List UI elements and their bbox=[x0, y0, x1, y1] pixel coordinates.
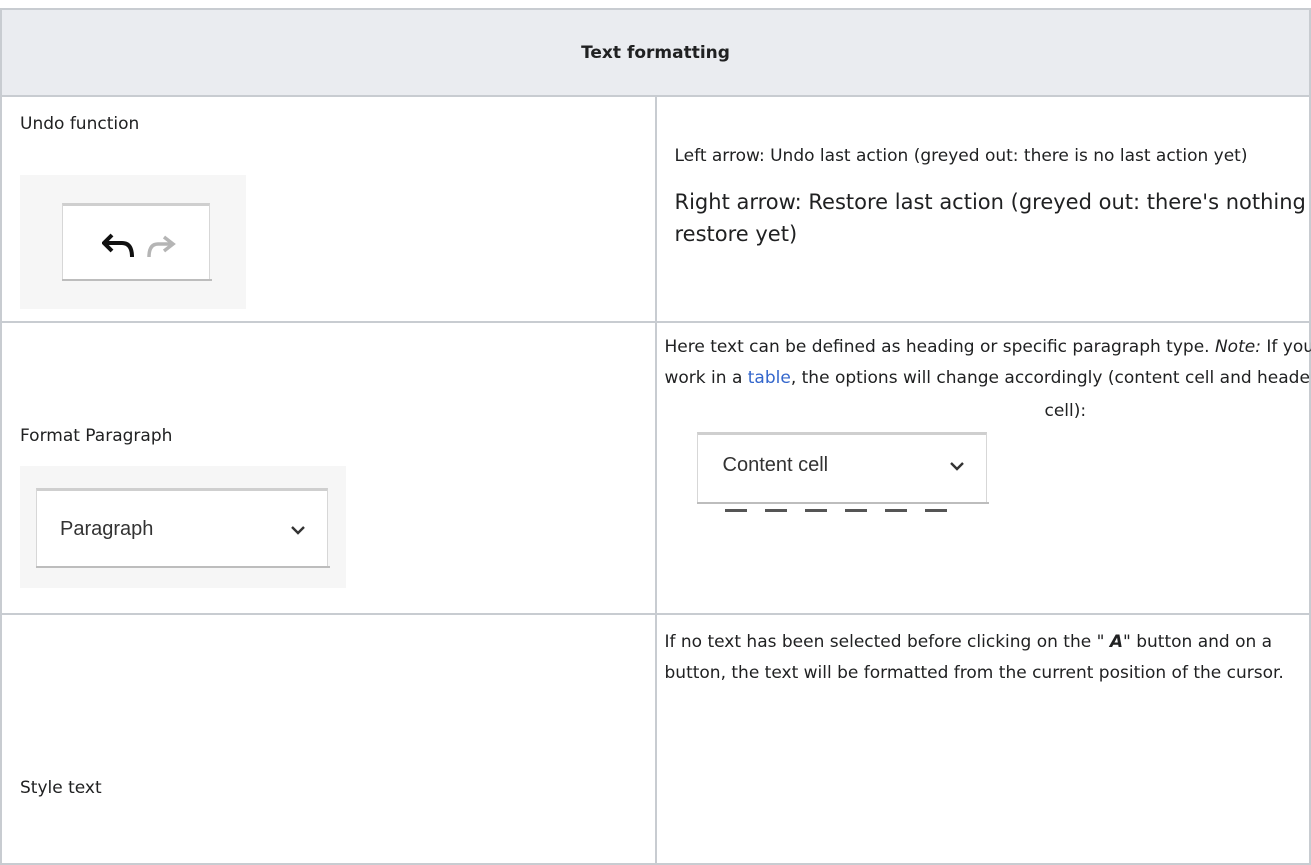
paragraph-description-line3: cell): bbox=[1045, 398, 1087, 424]
row-label: Undo function bbox=[20, 111, 139, 137]
chevron-down-icon[interactable] bbox=[949, 460, 965, 472]
row-paragraph-label-cell: Format Paragraph Paragraph bbox=[1, 322, 656, 614]
undo-description: Left arrow: Undo last action (greyed out… bbox=[675, 143, 1248, 169]
chevron-down-icon[interactable] bbox=[290, 524, 306, 536]
content-cell-select-label[interactable]: Content cell bbox=[723, 454, 829, 477]
row-style-label-cell: Style text bbox=[1, 614, 656, 864]
paragraph-description-line2: work in a table, the options will change… bbox=[665, 365, 1311, 391]
formatting-table: Text formatting Undo function Left arrow… bbox=[0, 8, 1311, 865]
row-paragraph-desc-cell: Here text can be defined as heading or s… bbox=[656, 322, 1311, 614]
paragraph-select-screenshot: Paragraph bbox=[20, 466, 346, 588]
row-undo-desc-cell: Left arrow: Undo last action (greyed out… bbox=[656, 96, 1311, 322]
content-cell-select-screenshot: Content cell bbox=[665, 400, 1033, 598]
redo-description: Right arrow: Restore last action (greyed… bbox=[675, 187, 1311, 219]
paragraph-description-line1: Here text can be defined as heading or s… bbox=[665, 334, 1311, 360]
redo-description-cont: restore yet) bbox=[675, 219, 798, 251]
table-header: Text formatting bbox=[1, 9, 1310, 96]
paragraph-select-label[interactable]: Paragraph bbox=[60, 518, 153, 541]
style-description-line2: button, the text will be formatted from … bbox=[665, 660, 1284, 686]
row-label: Style text bbox=[20, 775, 102, 801]
clipped-toolbar-icons bbox=[725, 509, 961, 512]
redo-arrow-icon bbox=[146, 235, 176, 259]
row-style-desc-cell: If no text has been selected before clic… bbox=[656, 614, 1311, 864]
style-text-button-glyph: A bbox=[1110, 632, 1123, 652]
note-label: Note: bbox=[1215, 337, 1261, 357]
table-link[interactable]: table bbox=[748, 368, 791, 388]
style-description-line1: If no text has been selected before clic… bbox=[665, 629, 1273, 655]
row-undo-label-cell: Undo function bbox=[1, 96, 656, 322]
undo-arrow-icon[interactable] bbox=[102, 233, 136, 259]
row-label: Format Paragraph bbox=[20, 423, 172, 449]
undo-toolbar-screenshot bbox=[20, 175, 246, 309]
